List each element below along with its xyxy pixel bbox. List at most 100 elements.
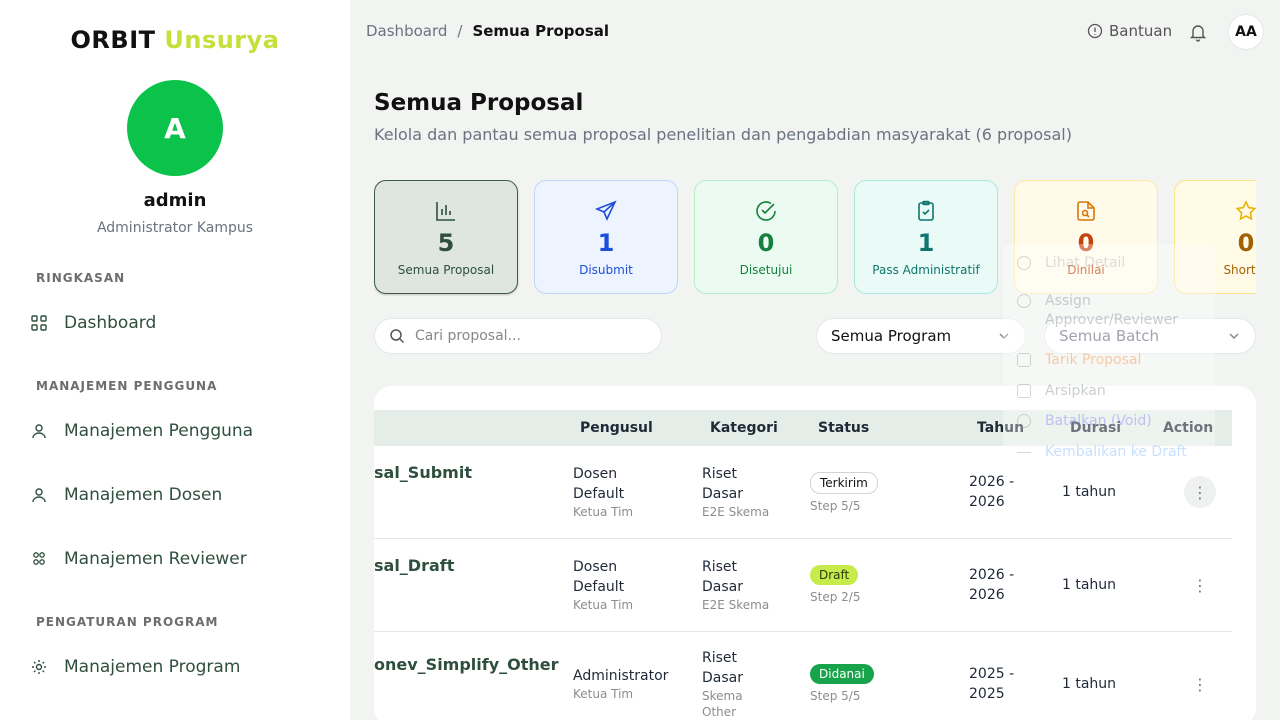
brand-part1: ORBIT — [70, 26, 156, 54]
proposal-title[interactable]: sal_Submit — [374, 463, 472, 482]
stat-label: Semua Proposal — [397, 263, 495, 277]
user-avatar[interactable]: AA — [1228, 14, 1264, 50]
stat-label: Disetujui — [739, 263, 793, 277]
stat-card-dinilai[interactable]: 0 Dinilai — [1014, 180, 1158, 294]
status-badge: Terkirim — [810, 472, 878, 494]
help-button[interactable]: Bantuan — [1087, 22, 1172, 40]
bell-icon[interactable] — [1188, 22, 1208, 42]
pengusul-cell: Dosen Default Ketua Tim — [573, 464, 633, 520]
grid-icon — [31, 315, 47, 331]
durasi-cell: 1 tahun — [1062, 676, 1117, 692]
tahun-line2: 2026 — [969, 494, 1005, 510]
col-tahun[interactable]: Tahun — [977, 420, 1024, 436]
sidebar-item-label: Manajemen Program — [64, 657, 241, 677]
section-label-manajemen-pengguna: MANAJEMEN PENGGUNA — [36, 379, 218, 393]
chevron-down-icon — [1229, 333, 1239, 340]
info-icon — [1087, 23, 1103, 39]
tahun-line2: 2025 — [969, 686, 1005, 702]
status-badge: Didanai — [810, 664, 874, 684]
chevron-down-icon — [999, 333, 1009, 340]
kategori-cell: Riset Dasar Skema Other — [702, 648, 743, 720]
pengusul-cell: Dosen Default Ketua Tim — [573, 557, 633, 613]
brand-logo[interactable]: ORBIT Unsurya — [0, 26, 350, 54]
skema-line2: Other — [702, 705, 737, 719]
gear-icon — [32, 660, 46, 674]
file-search-icon — [1077, 201, 1095, 221]
breadcrumb-current: Semua Proposal — [472, 22, 610, 40]
sidebar: ORBIT Unsurya A admin Administrator Kamp… — [0, 0, 350, 720]
pengusul-role: Ketua Tim — [573, 687, 634, 701]
sidebar-item-manajemen-program[interactable]: Manajemen Program — [30, 657, 240, 677]
profile-avatar: A — [127, 80, 223, 176]
stat-card-semua-proposal[interactable]: 5 Semua Proposal — [374, 180, 518, 294]
tahun-cell: 2025 - 2025 — [969, 664, 1014, 704]
stat-card-disetujui[interactable]: 0 Disetujui — [694, 180, 838, 294]
pengusul-role: Ketua Tim — [573, 598, 634, 612]
sidebar-item-label: Dashboard — [64, 313, 157, 333]
kategori-line2: Dasar — [702, 670, 743, 686]
row-action-button[interactable]: ⋮ — [1184, 476, 1216, 508]
tahun-line2: 2026 — [969, 587, 1005, 603]
search-box — [374, 318, 662, 354]
col-kategori[interactable]: Kategori — [710, 420, 778, 436]
stat-card-disubmit[interactable]: 1 Disubmit — [534, 180, 678, 294]
search-input[interactable] — [415, 328, 635, 344]
undo-icon — [1017, 353, 1031, 367]
kategori-line1: Riset — [702, 559, 738, 575]
proposal-table: Pengusul Kategori Status Tahun Durasi Ac… — [374, 386, 1256, 720]
sidebar-item-manajemen-pengguna[interactable]: Manajemen Pengguna — [30, 421, 253, 441]
star-icon — [1235, 200, 1256, 221]
stat-value: 1 — [597, 229, 615, 257]
brand-part2: Unsurya — [164, 26, 280, 54]
stat-label: Dinilai — [1067, 263, 1105, 277]
section-label-pengaturan-program: PENGATURAN PROGRAM — [36, 615, 219, 629]
batch-select[interactable]: Semua Batch — [1044, 318, 1256, 354]
sidebar-item-dashboard[interactable]: Dashboard — [30, 313, 156, 333]
stat-label: Pass Administratif — [872, 263, 980, 277]
pengusul-role: Ketua Tim — [573, 505, 634, 519]
row-action-button[interactable]: ⋮ — [1184, 668, 1216, 700]
help-label: Bantuan — [1109, 22, 1173, 40]
row-action-button[interactable]: ⋮ — [1184, 569, 1216, 601]
proposal-title[interactable]: onev_Simplify_Other — [374, 655, 559, 674]
tahun-cell: 2026 - 2026 — [969, 472, 1014, 512]
pengusul-name-line1: Dosen — [573, 559, 618, 575]
section-label-ringkasan: RINGKASAN — [36, 271, 126, 285]
pengusul-cell: Administrator Ketua Tim — [573, 666, 668, 702]
status-cell: Terkirim Step 5/5 — [810, 472, 878, 514]
breadcrumb: Dashboard / Semua Proposal — [366, 22, 609, 40]
breadcrumb-root[interactable]: Dashboard — [366, 22, 447, 40]
clipboard-check-icon — [918, 200, 934, 221]
user-icon — [32, 424, 46, 439]
col-action: Action — [1163, 420, 1214, 436]
pengusul-name-line1: Administrator — [573, 668, 669, 684]
bar-chart-icon — [436, 202, 455, 221]
kategori-cell: Riset Dasar E2E Skema — [702, 464, 769, 520]
sidebar-item-label: Manajemen Pengguna — [64, 421, 254, 441]
sidebar-item-manajemen-reviewer[interactable]: Manajemen Reviewer — [30, 549, 247, 569]
sidebar-item-manajemen-dosen[interactable]: Manajemen Dosen — [30, 485, 222, 505]
col-pengusul[interactable]: Pengusul — [580, 420, 653, 436]
program-select[interactable]: Semua Program — [816, 318, 1026, 354]
stat-cards: 5 Semua Proposal 1 Disubmit 0 Disetujui … — [374, 180, 1256, 296]
stat-card-shortlis[interactable]: 0 Shortlis — [1174, 180, 1256, 294]
page-title: Semua Proposal — [374, 90, 584, 116]
row-divider — [374, 631, 1232, 632]
user-icon — [32, 488, 46, 503]
skema-line1: Skema — [702, 689, 743, 703]
user-plus-icon — [1017, 294, 1031, 308]
tahun-cell: 2026 - 2026 — [969, 565, 1014, 605]
stat-value: 0 — [1237, 229, 1255, 257]
col-status[interactable]: Status — [818, 420, 869, 436]
breadcrumb-separator: / — [457, 22, 463, 40]
proposal-title[interactable]: sal_Draft — [374, 556, 454, 575]
status-cell: Didanai Step 5/5 — [810, 664, 874, 704]
stat-card-pass-administratif[interactable]: 1 Pass Administratif — [854, 180, 998, 294]
stat-value: 5 — [437, 229, 455, 257]
stat-value: 0 — [1077, 229, 1095, 257]
col-durasi[interactable]: Durasi — [1070, 420, 1121, 436]
stat-label: Shortlis — [1223, 263, 1256, 277]
kategori-line1: Riset — [702, 650, 738, 666]
users-icon — [33, 552, 45, 565]
kategori-line1: Riset — [702, 466, 738, 482]
